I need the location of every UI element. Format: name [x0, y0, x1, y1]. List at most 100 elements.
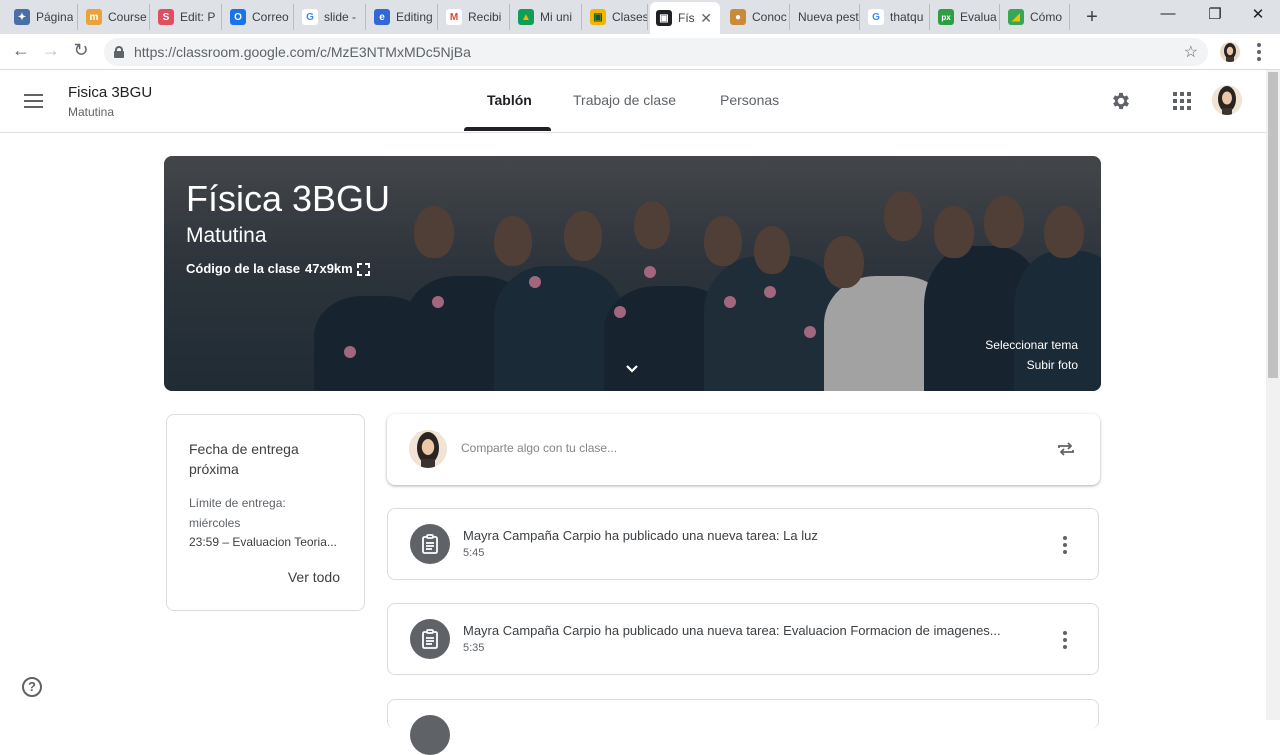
assignment-icon [410, 524, 450, 564]
browser-tab[interactable]: e Editing [368, 4, 438, 30]
post-time: 5:35 [463, 642, 485, 654]
post-more-options-icon[interactable] [1062, 536, 1068, 554]
url-text[interactable]: https://classroom.google.com/c/MzE3NTMxM… [134, 44, 471, 60]
tab-favicon: S [158, 9, 174, 25]
tab-favicon: M [446, 9, 462, 25]
due-assignment-link[interactable]: 23:59 – Evaluacion Teoria... [189, 535, 344, 549]
tab-favicon: G [302, 9, 318, 25]
tab-title: Clases [612, 10, 647, 24]
tab-favicon: ▣ [656, 10, 672, 26]
banner-class-title: Física 3BGU [186, 178, 391, 219]
browser-tab[interactable]: px Evalua [932, 4, 1000, 30]
restore-icon[interactable]: ❐ [1205, 5, 1225, 23]
user-avatar[interactable] [1212, 85, 1242, 115]
browser-tab[interactable]: ● Conoc [724, 4, 790, 30]
tab-classwork[interactable]: Trabajo de clase [573, 92, 676, 108]
back-arrow-icon[interactable]: ← [10, 40, 32, 61]
browser-tab[interactable]: Gslide - [296, 4, 366, 30]
reuse-post-icon[interactable] [1056, 439, 1076, 459]
stream-post[interactable]: Mayra Campaña Carpio ha publicado una nu… [387, 508, 1099, 580]
tab-favicon: m [86, 9, 102, 25]
tab-title: Edit: P [180, 10, 216, 24]
upcoming-due-card: Fecha de entrega próxima Límite de entre… [166, 414, 365, 611]
browser-tab[interactable]: O Correo [224, 4, 294, 30]
tab-title: thatqu [890, 10, 924, 24]
class-code-value: 47x9km [305, 261, 353, 276]
help-icon[interactable]: ? [22, 677, 42, 697]
class-code-label: Código de la clase [186, 261, 301, 276]
upload-photo-link[interactable]: Subir foto [1027, 358, 1078, 372]
tab-favicon: O [230, 9, 246, 25]
apps-grid-icon[interactable] [1173, 92, 1191, 110]
select-theme-link[interactable]: Seleccionar tema [985, 338, 1078, 352]
close-window-icon[interactable]: ✕ [1248, 5, 1268, 23]
due-limit-label: Límite de entrega: [189, 496, 286, 510]
user-avatar [409, 430, 447, 468]
page-scrollbar-thumb[interactable] [1268, 72, 1278, 378]
tab-title: Fís [678, 11, 695, 25]
assignment-icon [410, 715, 450, 755]
stream-post[interactable]: Mayra Campaña Carpio ha publicado una nu… [387, 603, 1099, 675]
share-input[interactable]: Comparte algo con tu clase... [461, 441, 617, 455]
browser-toolbar: ← → ↻ https://classroom.google.com/c/MzE… [0, 34, 1280, 70]
tab-title: Course [108, 10, 147, 24]
tab-favicon: G [868, 9, 884, 25]
browser-menu-icon[interactable] [1252, 42, 1266, 62]
tab-title: Mi uni [540, 10, 573, 24]
browser-tab[interactable]: ▲ Mi uni [512, 4, 582, 30]
browser-tab-strip: ✦ Página m Course S Edit: P O Correo Gslide … [0, 0, 1280, 34]
tab-close-icon[interactable]: ✕ [700, 10, 712, 27]
tab-favicon: e [374, 9, 390, 25]
view-all-link[interactable]: Ver todo [288, 569, 340, 585]
browser-tab[interactable]: m Course [80, 4, 150, 30]
tab-favicon: ✦ [14, 9, 30, 25]
tab-favicon: px [938, 9, 954, 25]
upcoming-title: Fecha de entrega próxima [189, 441, 299, 477]
tab-title: Editing [396, 10, 433, 24]
header-class-name[interactable]: Fisica 3BGU [68, 84, 152, 101]
browser-tab[interactable]: Gthatqu [862, 4, 930, 30]
tab-favicon: ◢ [1008, 9, 1024, 25]
tab-title: Recibi [468, 10, 502, 24]
tab-title: Cómo [1030, 10, 1063, 24]
bookmark-star-icon[interactable]: ☆ [1184, 42, 1198, 62]
post-title[interactable]: Mayra Campaña Carpio ha publicado una nu… [463, 528, 1043, 543]
address-bar[interactable]: https://classroom.google.com/c/MzE3NTMxM… [104, 38, 1208, 66]
tab-title: Nueva pest [798, 10, 859, 24]
new-tab-button[interactable]: + [1082, 6, 1102, 29]
tab-title: Conoc [752, 10, 787, 24]
assignment-icon [410, 619, 450, 659]
browser-tab[interactable]: ◢ Cómo [1002, 4, 1070, 30]
tab-title: slide - [324, 10, 357, 24]
chevron-down-icon[interactable] [625, 361, 639, 373]
fullscreen-expand-icon[interactable] [357, 263, 370, 276]
tab-title: Correo [252, 10, 289, 24]
reload-icon[interactable]: ↻ [70, 40, 92, 61]
post-title[interactable]: Mayra Campaña Carpio ha publicado una nu… [463, 623, 1043, 638]
tab-title: Evalua [960, 10, 997, 24]
minimize-icon[interactable]: — [1158, 5, 1178, 22]
browser-tab[interactable]: ✦ Página [8, 4, 78, 30]
browser-tab[interactable]: S Edit: P [152, 4, 222, 30]
header-class-section: Matutina [68, 105, 115, 119]
browser-tab[interactable]: M Recibi [440, 4, 510, 30]
tab-title: Página [36, 10, 74, 24]
share-with-class-box[interactable]: Comparte algo con tu clase... [387, 414, 1100, 485]
tab-favicon: ● [730, 9, 746, 25]
stream-post-partial[interactable] [387, 699, 1099, 755]
tab-people[interactable]: Personas [720, 92, 779, 108]
settings-gear-icon[interactable] [1110, 90, 1132, 112]
main-menu-icon[interactable] [24, 94, 43, 108]
browser-tab[interactable]: Nueva pest [792, 4, 860, 30]
post-more-options-icon[interactable] [1062, 631, 1068, 649]
tab-stream[interactable]: Tablón [487, 92, 532, 108]
due-limit-day: miércoles [189, 516, 241, 530]
browser-tab[interactable]: ▣ Clases [584, 4, 648, 30]
browser-profile-avatar[interactable] [1220, 42, 1240, 62]
banner-class-section: Matutina [186, 224, 267, 247]
lock-icon [114, 46, 124, 58]
browser-tab-active[interactable]: ▣ Fís ✕ [650, 2, 720, 34]
active-tab-indicator [464, 127, 551, 131]
post-time: 5:45 [463, 547, 485, 559]
forward-arrow-icon[interactable]: → [40, 40, 62, 61]
